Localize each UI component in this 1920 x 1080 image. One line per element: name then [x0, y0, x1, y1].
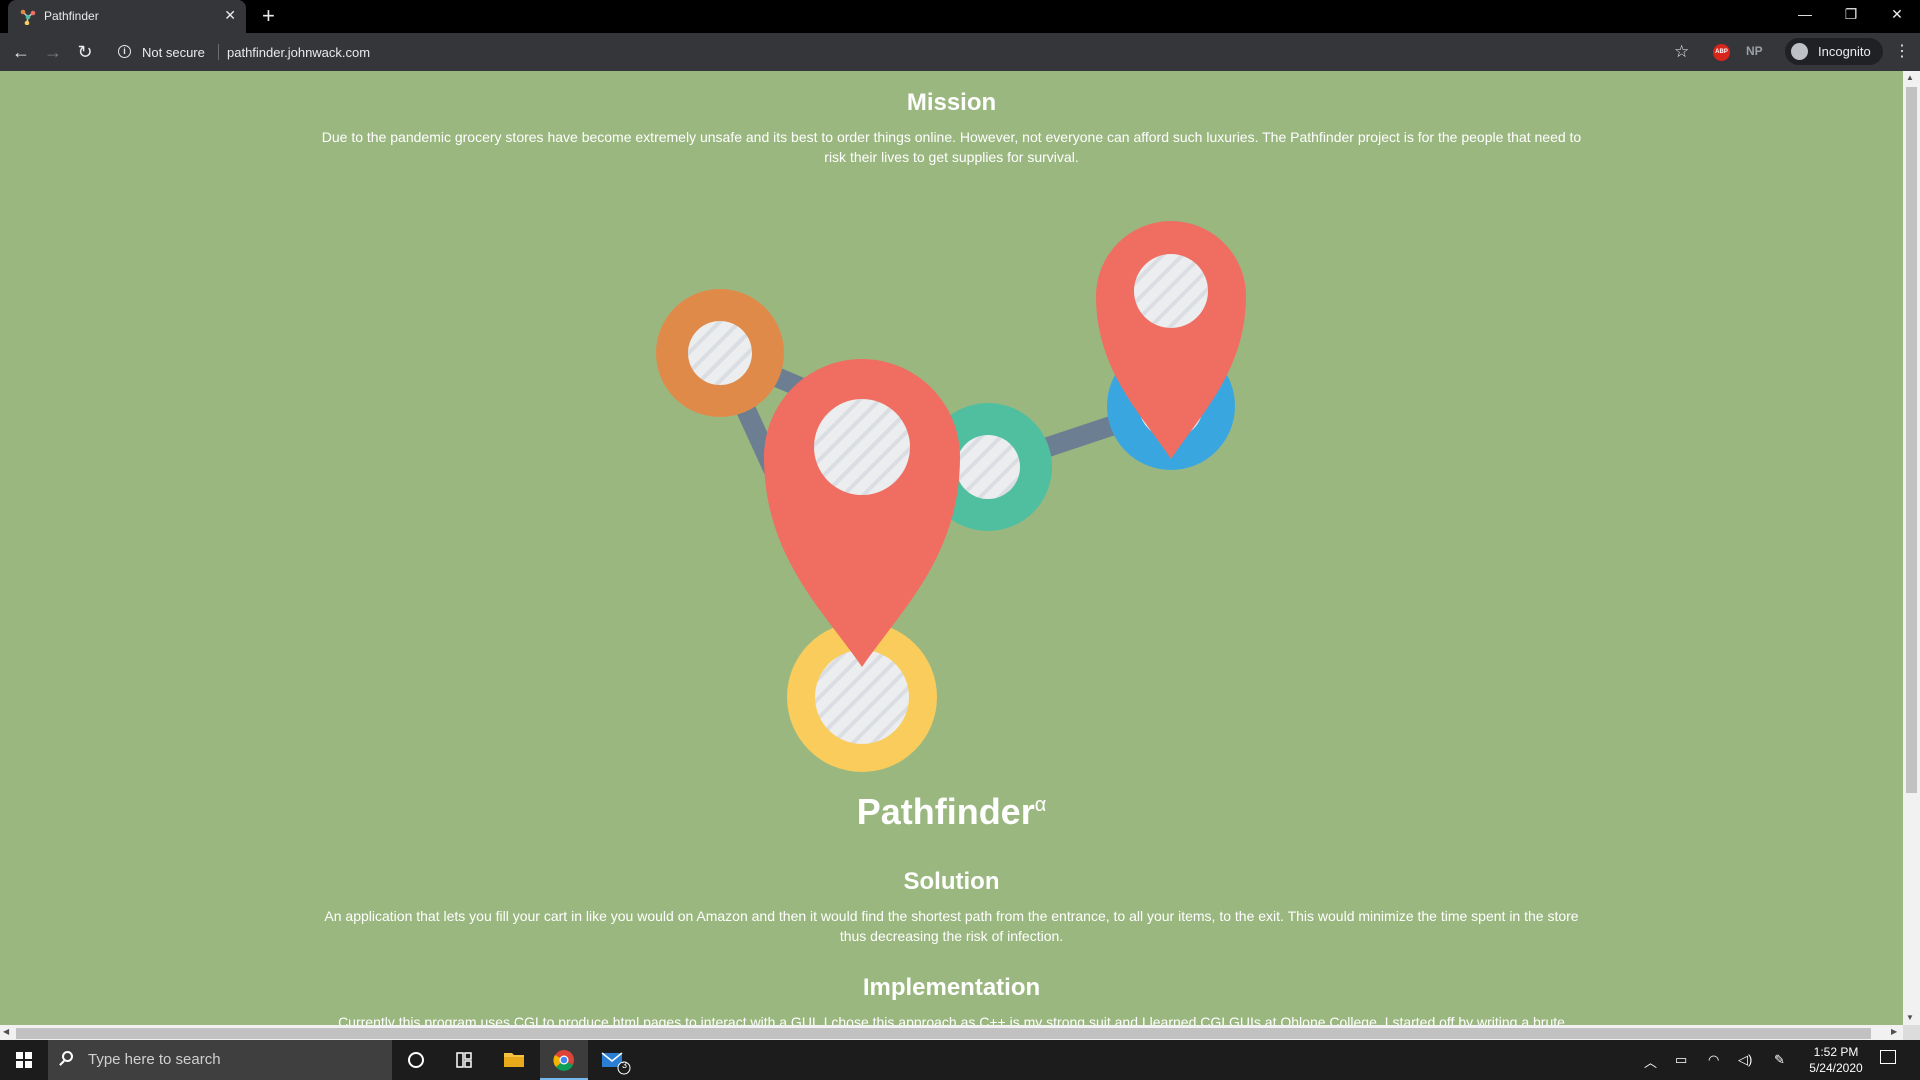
- brand-name: Pathfinder: [856, 791, 1035, 832]
- chrome-taskbar-icon[interactable]: [540, 1040, 588, 1080]
- pathfinder-logo-illustration: [656, 221, 1246, 772]
- system-clock[interactable]: 1:52 PM 5/24/2020: [1796, 1044, 1876, 1076]
- scroll-right-arrow-icon[interactable]: ▶: [1891, 1027, 1897, 1036]
- incognito-icon: [1791, 43, 1808, 60]
- search-placeholder: Type here to search: [88, 1051, 221, 1068]
- tab-title: Pathfinder: [44, 9, 99, 23]
- battery-icon[interactable]: ▭: [1675, 1052, 1687, 1068]
- close-window-button[interactable]: ✕: [1874, 0, 1920, 30]
- implementation-text: Currently this program uses CGI to produ…: [338, 1014, 1565, 1025]
- file-explorer-icon[interactable]: [490, 1040, 538, 1080]
- url-text[interactable]: pathfinder.johnwack.com: [227, 45, 370, 60]
- wifi-icon[interactable]: ◠: [1708, 1052, 1719, 1068]
- brand-title: Pathfinderα: [0, 791, 1903, 833]
- new-tab-button[interactable]: +: [262, 3, 275, 29]
- browser-toolbar: ← → ↻ i Not secure pathfinder.johnwack.c…: [0, 33, 1920, 71]
- implementation-heading: Implementation: [862, 974, 1041, 1001]
- clock-time: 1:52 PM: [1813, 1045, 1859, 1059]
- orange-node: [656, 289, 784, 417]
- minimize-button[interactable]: —: [1782, 0, 1828, 30]
- windows-start-icon[interactable]: [0, 1040, 48, 1080]
- horizontal-scroll-thumb[interactable]: [16, 1028, 1871, 1039]
- pathfinder-favicon-icon: [20, 9, 36, 25]
- forward-arrow-icon[interactable]: →: [43, 42, 63, 62]
- np-extension-icon[interactable]: NP: [1746, 44, 1763, 58]
- search-icon: [62, 1051, 73, 1062]
- solution-heading: Solution: [903, 868, 1000, 895]
- brand-alpha-superscript: α: [1034, 794, 1047, 816]
- mission-text: Due to the pandemic grocery stores have …: [321, 129, 1582, 165]
- windows-taskbar: Type here to search 3 ︿ ▭ ◠ ◁) ✎ 1:52 PM…: [0, 1040, 1920, 1080]
- tab-close-icon[interactable]: ✕: [224, 7, 236, 24]
- adblock-extension-icon[interactable]: ABP: [1713, 44, 1730, 61]
- vertical-scrollbar[interactable]: ▲ ▼: [1903, 71, 1920, 1025]
- pen-ink-workspace-icon[interactable]: ✎: [1774, 1052, 1785, 1068]
- page-viewport: Mission Due to the pandemic grocery stor…: [0, 71, 1903, 1025]
- show-hidden-icons-icon[interactable]: ︿: [1644, 1052, 1657, 1071]
- mail-icon[interactable]: [590, 1040, 638, 1080]
- solution-text: An application that lets you fill your c…: [324, 908, 1579, 944]
- restore-button[interactable]: ❐: [1828, 0, 1874, 30]
- incognito-label: Incognito: [1818, 44, 1871, 59]
- browser-title-bar: Pathfinder ✕ + — ❐ ✕: [0, 0, 1920, 33]
- clock-date: 5/24/2020: [1809, 1061, 1863, 1075]
- address-bar[interactable]: i Not secure pathfinder.johnwack.com: [110, 38, 1700, 66]
- browser-tab[interactable]: Pathfinder ✕: [8, 0, 246, 33]
- security-status[interactable]: Not secure: [142, 45, 205, 60]
- task-view-icon[interactable]: [440, 1040, 488, 1080]
- incognito-profile-button[interactable]: Incognito: [1785, 38, 1883, 65]
- cortana-icon[interactable]: [392, 1040, 440, 1080]
- action-center-icon[interactable]: [1880, 1050, 1896, 1064]
- large-red-pin-icon: [764, 359, 960, 667]
- reload-icon[interactable]: ↻: [75, 42, 95, 62]
- mission-heading: Mission: [906, 89, 997, 116]
- scroll-left-arrow-icon[interactable]: ◀: [3, 1027, 9, 1036]
- bookmark-star-icon[interactable]: ☆: [1674, 42, 1689, 62]
- taskbar-search-box[interactable]: Type here to search: [48, 1040, 392, 1080]
- vertical-scroll-thumb[interactable]: [1906, 87, 1917, 793]
- scroll-down-arrow-icon[interactable]: ▼: [1906, 1013, 1914, 1022]
- mail-badge-count: 3: [622, 1060, 628, 1070]
- site-info-icon[interactable]: i: [118, 45, 131, 58]
- browser-menu-icon[interactable]: ⋮: [1894, 41, 1910, 61]
- volume-icon[interactable]: ◁): [1738, 1052, 1752, 1068]
- back-arrow-icon[interactable]: ←: [11, 42, 31, 62]
- omnibox-divider: [218, 44, 219, 60]
- scroll-up-arrow-icon[interactable]: ▲: [1906, 73, 1914, 82]
